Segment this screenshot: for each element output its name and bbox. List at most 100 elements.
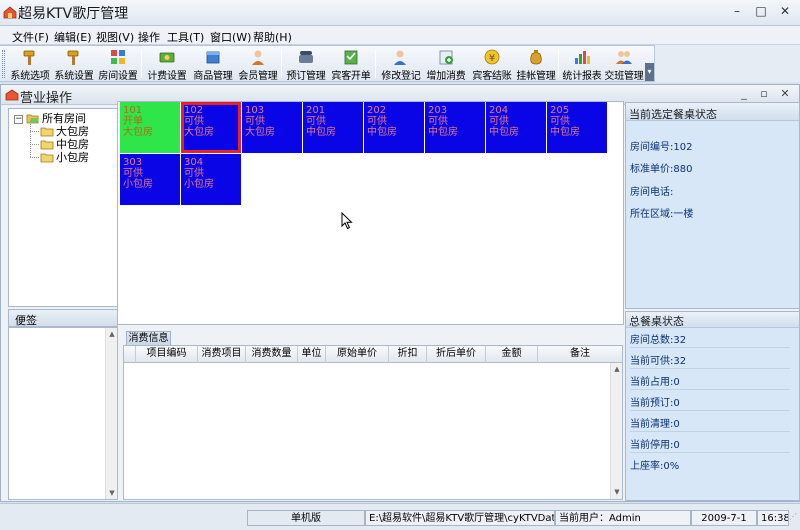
statistics-report-button[interactable]: 统计报表	[561, 48, 603, 82]
menu-tools[interactable]: 工具(T)	[167, 29, 204, 45]
toolbar-separator	[375, 50, 376, 78]
room-tree: − 所有房间 大包房 中包房 小包房	[8, 108, 118, 307]
child-maximize-button[interactable]: ▫	[756, 87, 772, 102]
memo-header: 便签	[8, 309, 118, 327]
room-tile-204[interactable]: 204 可供 中包房	[486, 102, 546, 153]
add-consumption-button[interactable]: 增加消费	[424, 48, 468, 82]
scroll-down-icon[interactable]: ▼	[107, 488, 117, 498]
toolbar-overflow-button[interactable]: ▾	[645, 63, 654, 81]
status-mode: 单机版	[247, 510, 365, 526]
memo-scrollbar[interactable]: ▲ ▼	[105, 328, 117, 499]
room-tile-102[interactable]: 102 可供 大包房	[181, 102, 241, 153]
system-options-button[interactable]: 系统选项	[9, 48, 51, 82]
title-bar: 超易KTV歌厅管理 – □ ✕	[0, 0, 800, 26]
close-button[interactable]: ✕	[776, 4, 794, 20]
billing-settings-button[interactable]: 计费设置	[145, 48, 189, 82]
phone-icon	[299, 51, 313, 63]
menu-view[interactable]: 视图(V)	[96, 29, 134, 45]
room-tile-205[interactable]: 205 可供 中包房	[547, 102, 607, 153]
room-tile-103[interactable]: 103 可供 大包房	[242, 102, 302, 153]
open-bill-icon	[344, 50, 358, 65]
menu-file[interactable]: 文件(F)	[12, 29, 49, 45]
child-window-title: 营业操作	[20, 91, 73, 106]
status-current-user: 当前用户：Admin	[555, 510, 691, 526]
hammer-icon	[23, 50, 35, 65]
tree-item-small-room[interactable]: 小包房	[40, 151, 89, 165]
shift-handover-button[interactable]: 交班管理	[603, 48, 645, 82]
tree-collapse-toggle[interactable]: −	[14, 115, 23, 124]
tree-item-all-rooms[interactable]: 所有房间	[26, 112, 86, 126]
minimize-button[interactable]: –	[728, 4, 746, 20]
memo-textarea[interactable]: ▲ ▼	[8, 327, 118, 500]
column-header[interactable]: 消费项目	[198, 346, 246, 363]
reservation-management-button[interactable]: 预订管理	[285, 48, 327, 82]
room-grid-icon	[111, 50, 125, 64]
column-header[interactable]: 单位	[298, 346, 326, 363]
column-header[interactable]: 折后单价	[427, 346, 486, 363]
room-settings-button[interactable]: 房间设置	[97, 48, 139, 82]
tree-line	[30, 144, 39, 145]
status-data-path: E:\超易软件\超易KTV歌厅管理\cyKTVData.sys	[365, 510, 555, 526]
member-management-button[interactable]: 会员管理	[237, 48, 279, 82]
column-header[interactable]: 原始单价	[326, 346, 389, 363]
divider	[630, 347, 790, 348]
room-tile-303[interactable]: 303 可供 小包房	[120, 154, 180, 205]
column-header[interactable]: 备注	[538, 346, 622, 363]
consumption-scrollbar[interactable]: ▲ ▼	[610, 363, 622, 499]
scroll-up-icon[interactable]: ▲	[107, 329, 117, 339]
room-tile-304[interactable]: 304 可供 小包房	[181, 154, 241, 205]
current-status-title: 当前选定餐桌状态	[629, 108, 717, 121]
modify-registration-button[interactable]: 修改登记	[379, 48, 423, 82]
tree-item-large-room[interactable]: 大包房	[40, 125, 89, 139]
total-status-panel: 总餐桌状态 房间总数:32 当前可供:32 当前占用:0 当前预订:0 当前清理…	[625, 311, 800, 501]
standard-price-text: 标准单价:880	[630, 164, 693, 175]
hammer-icon	[67, 50, 79, 65]
toolbar-empty-area	[655, 45, 800, 82]
tab-consumption-info[interactable]: 消费信息	[126, 331, 171, 346]
system-settings-button[interactable]: 系统设置	[53, 48, 95, 82]
folder-open-icon	[26, 114, 39, 124]
toolbar-grip[interactable]	[2, 50, 5, 78]
room-tile-101[interactable]: 101 开单 大包房	[120, 102, 180, 153]
room-tile-201[interactable]: 201 可供 中包房	[303, 102, 363, 153]
tree-item-medium-room[interactable]: 中包房	[40, 138, 89, 152]
total-rooms-text: 房间总数:32	[630, 335, 687, 346]
total-status-title: 总餐桌状态	[629, 315, 684, 328]
scroll-down-icon[interactable]: ▼	[612, 487, 622, 497]
column-header[interactable]: 消费数量	[246, 346, 298, 363]
menu-operate[interactable]: 操作	[138, 29, 160, 45]
divider	[630, 452, 790, 453]
guest-checkout-button[interactable]: ¥ 宾客结账	[470, 48, 514, 82]
maximize-button[interactable]: □	[752, 4, 770, 20]
goods-management-button[interactable]: 商品管理	[191, 48, 235, 82]
column-header[interactable]: 项目编码	[136, 346, 198, 363]
toolbar-separator	[281, 50, 282, 78]
guest-open-bill-button[interactable]: 宾客开单	[329, 48, 373, 82]
available-count-text: 当前可供:32	[630, 356, 687, 367]
child-close-button[interactable]: ✕	[777, 87, 793, 102]
menu-edit[interactable]: 编辑(E)	[54, 29, 92, 45]
room-tile-203[interactable]: 203 可供 中包房	[425, 102, 485, 153]
tree-line	[30, 122, 31, 157]
consumption-table: 项目编码 消费项目 消费数量 单位 原始单价 折扣 折后单价 金额 备注 ▲ ▼	[123, 345, 623, 500]
column-header[interactable]: 折扣	[389, 346, 427, 363]
edit-user-icon	[394, 50, 406, 65]
credit-management-button[interactable]: 挂帐管理	[514, 48, 558, 82]
current-status-header: 当前选定餐桌状态	[626, 103, 799, 121]
room-tile-202[interactable]: 202 可供 中包房	[364, 102, 424, 153]
mouse-cursor-icon	[341, 212, 353, 230]
column-header[interactable]: 金额	[486, 346, 538, 363]
svg-text:¥: ¥	[489, 53, 495, 64]
occupied-count-text: 当前占用:0	[630, 377, 680, 388]
users-icon	[616, 51, 632, 64]
menu-window[interactable]: 窗口(W)	[210, 29, 251, 45]
status-date: 2009-7-1	[691, 510, 757, 526]
resize-grip-icon[interactable]: ⋰	[789, 512, 799, 526]
scroll-up-icon[interactable]: ▲	[612, 364, 622, 374]
room-number-text: 房间编号:102	[630, 142, 693, 153]
toolbar: 系统选项 系统设置 房间设置 计费设置 商品管理 会员管理 预订管理 宾客开单 …	[0, 45, 655, 82]
child-minimize-button[interactable]: _	[736, 87, 752, 102]
app-icon	[3, 6, 17, 19]
room-grid: 101 开单 大包房 102 可供 大包房 103 可供 大包房 201 可供 中包房 202 可…	[117, 101, 624, 325]
menu-help[interactable]: 帮助(H)	[253, 29, 292, 45]
